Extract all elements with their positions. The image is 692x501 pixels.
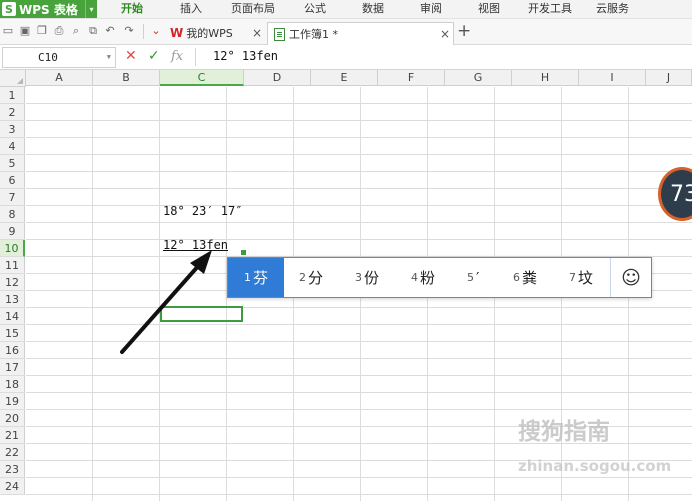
- sogou-watermark: 搜狗指南: [518, 419, 610, 445]
- sogou-watermark-url: zhinan.sogou.com: [518, 457, 672, 475]
